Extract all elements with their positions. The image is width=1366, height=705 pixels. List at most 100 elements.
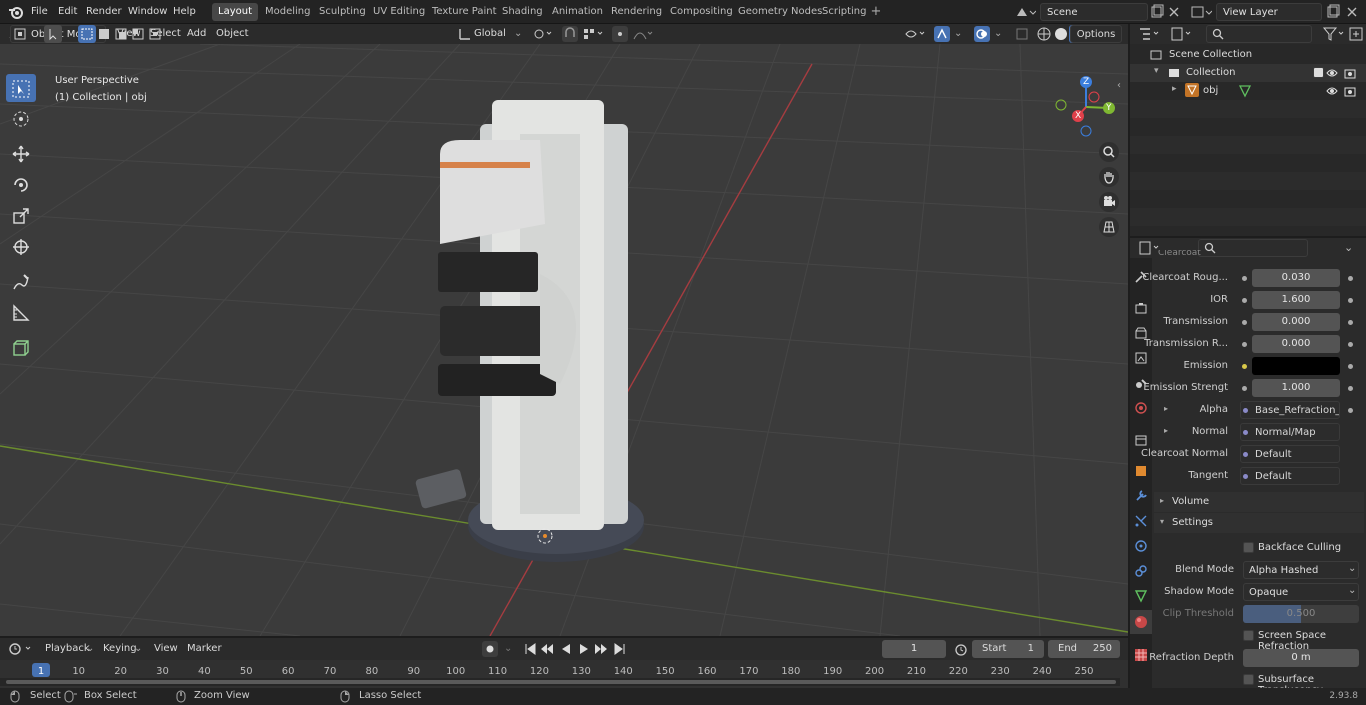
tool-measure[interactable] — [6, 299, 36, 327]
tool-rotate[interactable] — [6, 171, 36, 199]
mesh-data-icon[interactable] — [1238, 84, 1252, 98]
current-frame-field[interactable]: 1 — [882, 640, 946, 658]
tool-3d-cursor[interactable] — [6, 105, 36, 133]
menu-object[interactable]: Object — [216, 26, 249, 42]
tab-scripting[interactable]: Scripting — [816, 3, 872, 21]
3d-viewport[interactable]: User Perspective (1) Collection | obj Z … — [0, 44, 1128, 636]
menu-help[interactable]: Help — [173, 4, 196, 20]
keyframe-dot[interactable] — [1348, 408, 1353, 413]
volume-panel-header[interactable]: ▸ Volume — [1154, 492, 1364, 512]
jump-start-icon[interactable] — [524, 642, 536, 656]
tool-add-cube[interactable] — [6, 334, 36, 362]
start-frame-field[interactable]: Start 1 — [972, 640, 1044, 658]
socket-dot[interactable] — [1242, 342, 1247, 347]
playback-chevron-icon[interactable]: ⌄ — [86, 641, 94, 657]
menu-playback[interactable]: Playback — [45, 641, 90, 657]
jump-keyframe-forward-icon[interactable] — [594, 642, 608, 656]
menu-file[interactable]: File — [31, 4, 48, 20]
tangent-field[interactable]: Default — [1240, 467, 1340, 485]
tab-texture-paint[interactable]: Texture Paint — [426, 3, 503, 21]
link-socket-dot[interactable] — [1243, 474, 1248, 479]
menu-keying[interactable]: Keying — [103, 641, 137, 657]
modifier-tab-icon[interactable] — [1134, 489, 1148, 503]
select-mode-intersect-icon[interactable] — [147, 26, 163, 42]
overlays-dropdown-icon[interactable]: ⌄ — [994, 26, 1002, 42]
object-visibility-icon[interactable] — [904, 27, 928, 41]
keyframe-dot[interactable] — [1348, 276, 1353, 281]
backface-culling-checkbox[interactable] — [1243, 542, 1254, 553]
tab-shading[interactable]: Shading — [496, 3, 549, 21]
tool-annotate[interactable] — [6, 268, 36, 296]
physics-tab-icon[interactable] — [1134, 539, 1148, 553]
keyframe-dot[interactable] — [1348, 342, 1353, 347]
clearcoat-normal-field[interactable]: Default — [1240, 445, 1340, 463]
jump-end-icon[interactable] — [614, 642, 626, 656]
refraction-depth-field[interactable]: 0 m — [1243, 649, 1359, 667]
transform-orientation-select[interactable]: Global — [474, 26, 506, 42]
keying-chevron-icon[interactable]: ⌄ — [134, 641, 142, 657]
socket-dot[interactable] — [1242, 386, 1247, 391]
transmission-roughness-slider[interactable]: 0.000 — [1252, 335, 1340, 353]
collection-expand-icon[interactable]: ▾ — [1154, 66, 1159, 76]
emission-strength-slider[interactable]: 1.000 — [1252, 379, 1340, 397]
view-layer-icon[interactable] — [1190, 4, 1212, 20]
tab-layout[interactable]: Layout — [212, 3, 258, 21]
color-socket-dot[interactable] — [1242, 364, 1247, 369]
snap-icon[interactable] — [562, 26, 578, 42]
collection-camera-icon[interactable] — [1344, 67, 1356, 79]
settings-panel-header[interactable]: ▾ Settings — [1154, 513, 1364, 533]
tool-transform[interactable] — [6, 233, 36, 261]
tab-modeling[interactable]: Modeling — [259, 3, 317, 21]
scene-field[interactable]: Scene — [1040, 3, 1148, 21]
stopwatch-icon[interactable] — [954, 642, 968, 656]
link-socket-dot[interactable] — [1243, 430, 1248, 435]
timeline-editor-type-icon[interactable] — [8, 641, 34, 657]
keyframe-dot[interactable] — [1348, 298, 1353, 303]
keyframe-dot[interactable] — [1348, 320, 1353, 325]
auto-keying-icon[interactable] — [482, 641, 498, 657]
shadow-mode-select[interactable]: Opaque — [1243, 583, 1359, 601]
close-view-layer-icon[interactable] — [1346, 4, 1358, 20]
menu-marker[interactable]: Marker — [187, 641, 222, 657]
socket-dot[interactable] — [1242, 276, 1247, 281]
gizmo-dropdown-icon[interactable]: ⌄ — [954, 26, 962, 42]
blender-logo-icon[interactable] — [8, 4, 24, 20]
blend-mode-select[interactable]: Alpha Hashed — [1243, 561, 1359, 579]
play-icon[interactable] — [578, 642, 590, 656]
subsurface-translucency-checkbox[interactable] — [1243, 674, 1254, 685]
add-workspace-button[interactable]: + — [868, 3, 884, 21]
xray-toggle-icon[interactable] — [1014, 26, 1030, 42]
collection-eye-icon[interactable] — [1326, 67, 1338, 79]
shading-solid-icon[interactable] — [1053, 26, 1069, 42]
keying-set-chevron-icon[interactable]: ⌄ — [504, 641, 512, 657]
jump-keyframe-back-icon[interactable] — [540, 642, 554, 656]
tab-rendering[interactable]: Rendering — [605, 3, 668, 21]
clip-threshold-slider[interactable]: 0.500 — [1243, 605, 1359, 623]
timeline-scrollbar-track[interactable] — [0, 678, 1120, 686]
tab-animation[interactable]: Animation — [546, 3, 609, 21]
properties-options-icon[interactable]: ⌄ — [1344, 241, 1353, 254]
display-mode-icon[interactable] — [1170, 26, 1194, 42]
chevron-down-icon[interactable]: ⌄ — [514, 26, 522, 42]
scene-icon[interactable] — [1014, 4, 1036, 20]
view-layer-field[interactable]: View Layer — [1216, 3, 1322, 21]
gizmo-toggle-icon[interactable] — [934, 26, 950, 42]
options-button[interactable]: Options — [1070, 25, 1122, 43]
particles-tab-icon[interactable] — [1134, 514, 1148, 528]
link-socket-dot[interactable] — [1243, 408, 1248, 413]
menu-edit[interactable]: Edit — [58, 4, 77, 20]
select-tool-small-icon[interactable] — [44, 25, 62, 43]
tab-sculpting[interactable]: Sculpting — [313, 3, 372, 21]
collection-row[interactable]: ▾ Collection — [1130, 64, 1366, 82]
tab-compositing[interactable]: Compositing — [664, 3, 739, 21]
select-mode-extend-icon[interactable] — [96, 26, 112, 42]
new-view-layer-icon[interactable] — [1326, 4, 1340, 20]
ior-slider[interactable]: 1.600 — [1252, 291, 1340, 309]
alpha-link-field[interactable]: Base_Refraction_inv... — [1240, 401, 1340, 419]
tool-move[interactable] — [6, 140, 36, 168]
timeline-scrollbar-thumb[interactable] — [6, 680, 1116, 684]
tool-scale[interactable] — [6, 202, 36, 230]
keyframe-dot[interactable] — [1348, 364, 1353, 369]
tab-geometry-nodes[interactable]: Geometry Nodes — [732, 3, 828, 21]
pivot-point-icon[interactable] — [532, 27, 554, 41]
